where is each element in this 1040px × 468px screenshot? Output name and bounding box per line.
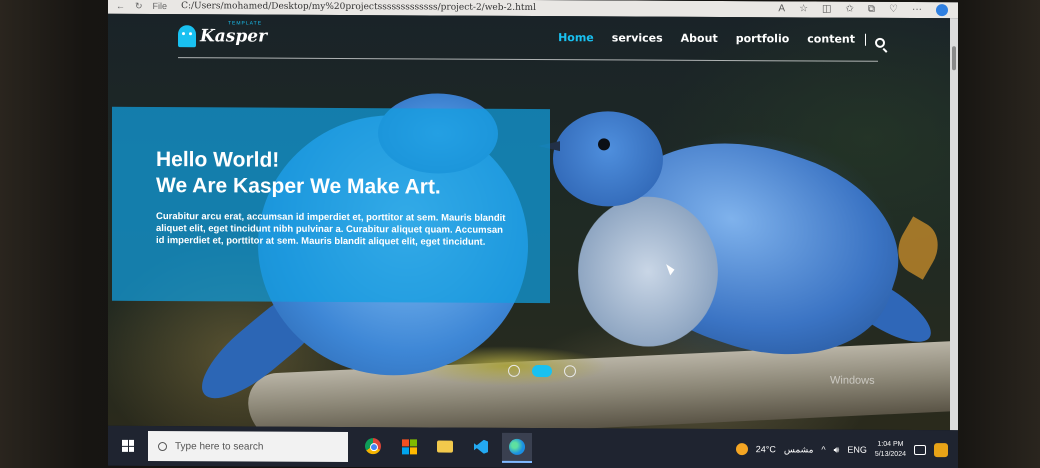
slider-bullet-1[interactable] xyxy=(508,364,520,377)
hero-overlay-box: Hello World! We Are Kasper We Make Art. … xyxy=(112,106,550,304)
taskbar-edge[interactable] xyxy=(502,432,532,463)
taskbar-apps xyxy=(358,432,532,463)
nav-link-home[interactable]: Home xyxy=(558,31,594,44)
windows-logo-icon xyxy=(122,439,134,452)
microsoft-store-icon xyxy=(401,438,417,454)
main-nav: Home services About portfolio content xyxy=(558,31,878,46)
taskbar-chrome[interactable] xyxy=(358,432,388,462)
ghost-logo-icon xyxy=(178,24,196,47)
taskbar-store[interactable] xyxy=(394,432,424,462)
file-label: File xyxy=(152,0,168,11)
taskbar-clock[interactable]: 1:04 PM 5/13/2024 xyxy=(875,440,906,460)
nav-link-content[interactable]: content xyxy=(807,32,855,45)
language-indicator[interactable]: ENG xyxy=(847,445,867,455)
scrollbar-thumb[interactable] xyxy=(952,46,956,71)
tray-chevron-up-icon[interactable]: ^ xyxy=(821,445,825,455)
refresh-icon[interactable]: ↻ xyxy=(135,0,143,11)
favorites-icon[interactable]: ✩ xyxy=(846,4,854,16)
slider-bullets xyxy=(508,364,576,378)
hero-title-line2: We Are Kasper We Make Art. xyxy=(156,174,441,199)
start-button[interactable] xyxy=(108,426,148,466)
split-screen-icon[interactable]: ◫ xyxy=(822,4,831,16)
nav-link-about[interactable]: About xyxy=(681,32,718,45)
clock-date: 5/13/2024 xyxy=(874,450,906,458)
search-icon[interactable] xyxy=(875,37,885,48)
logo-tagline: TEMPLATE xyxy=(228,19,263,27)
right-bird-breast xyxy=(578,196,718,347)
nav-divider xyxy=(865,33,866,46)
browser-toolbar-icons: A ☆ ◫ ✩ ⧉ ♡ ··· xyxy=(778,3,958,17)
collections-icon[interactable]: ⧉ xyxy=(868,4,875,16)
windows-activation-watermark: Windows xyxy=(830,374,875,387)
edge-icon xyxy=(509,438,525,455)
read-aloud-icon[interactable]: A xyxy=(778,3,785,15)
right-bird-eye xyxy=(598,138,610,151)
weather-temperature[interactable]: 24°C xyxy=(756,444,776,454)
taskbar-search-box[interactable]: Type here to search xyxy=(148,430,348,463)
system-tray: 24°C مشمس ^ 🔊︎ ENG 1:04 PM 5/13/2024 xyxy=(735,439,958,460)
hero-title-line1: Hello World! xyxy=(156,148,280,172)
favorite-star-icon[interactable]: ☆ xyxy=(799,3,808,15)
weather-sun-icon[interactable] xyxy=(735,443,748,456)
slider-bullet-3[interactable] xyxy=(564,365,576,378)
search-magnifier-icon xyxy=(158,441,167,451)
back-icon[interactable]: ← xyxy=(116,0,125,11)
taskbar-vscode[interactable] xyxy=(466,433,496,463)
extensions-icon[interactable]: ♡ xyxy=(889,4,898,16)
profile-avatar-icon[interactable] xyxy=(936,4,948,17)
vscode-icon xyxy=(474,440,488,454)
right-bird-head xyxy=(553,111,663,207)
webpage: Hello World! We Are Kasper We Make Art. … xyxy=(108,13,950,431)
folder-icon xyxy=(437,440,453,453)
logo-text-wrap: TEMPLATE Kasper xyxy=(200,20,268,47)
hero-title: Hello World! We Are Kasper We Make Art. xyxy=(156,147,550,201)
screen: ← ↻ File C:/Users/mohamed/Desktop/my%20p… xyxy=(108,0,958,468)
logo-text: Kasper xyxy=(200,25,268,47)
slider-bullet-2[interactable] xyxy=(532,364,552,378)
chrome-icon xyxy=(365,438,381,455)
site-logo[interactable]: TEMPLATE Kasper xyxy=(178,20,268,47)
clock-time: 1:04 PM xyxy=(877,440,904,448)
page-scrollbar[interactable] xyxy=(950,18,958,431)
windows-taskbar: Type here to search 24°C مشمس ^ 🔊︎ ENG 1… xyxy=(108,425,958,468)
url-text[interactable]: C:/Users/mohamed/Desktop/my%20projectsss… xyxy=(181,1,536,13)
taskbar-search-placeholder: Type here to search xyxy=(175,440,264,453)
nav-link-portfolio[interactable]: portfolio xyxy=(736,32,790,45)
nav-link-services[interactable]: services xyxy=(612,31,663,44)
more-menu-icon[interactable]: ··· xyxy=(912,4,922,16)
browser-nav-icons: ← ↻ File xyxy=(108,0,167,11)
taskbar-file-explorer[interactable] xyxy=(430,432,460,462)
tray-app-icon[interactable] xyxy=(934,443,948,458)
site-header: TEMPLATE Kasper Home services About port… xyxy=(178,14,878,62)
notification-center-icon[interactable] xyxy=(914,444,926,456)
hero-paragraph: Curabitur arcu erat, accumsan id imperdi… xyxy=(156,211,506,248)
volume-icon[interactable]: 🔊︎ xyxy=(834,444,840,455)
weather-description[interactable]: مشمس xyxy=(784,444,814,455)
